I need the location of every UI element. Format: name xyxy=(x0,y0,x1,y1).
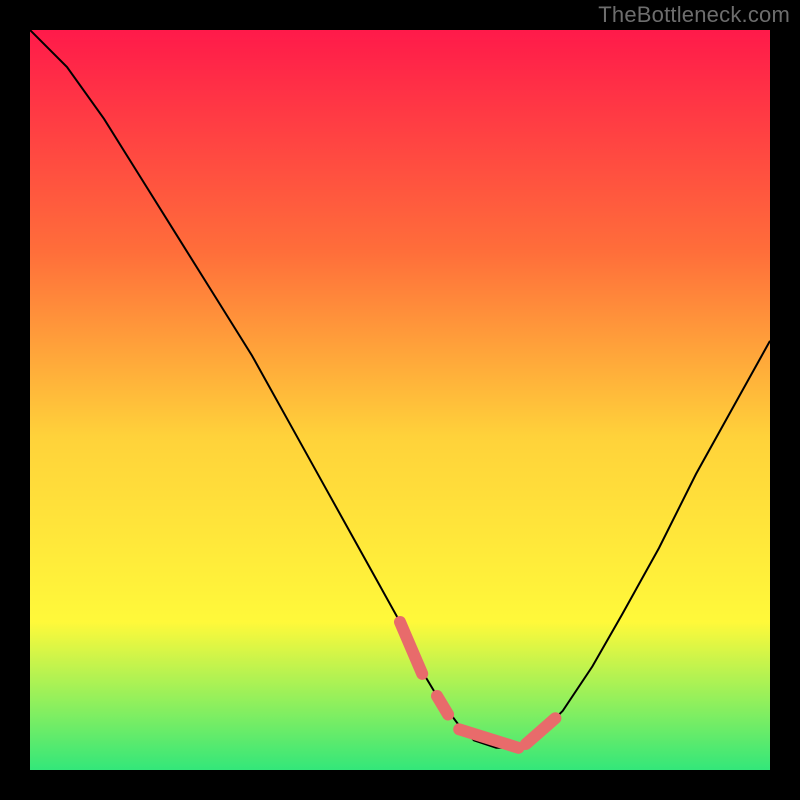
gradient-background xyxy=(30,30,770,770)
chart-svg xyxy=(30,30,770,770)
chart-frame: TheBottleneck.com xyxy=(0,0,800,800)
chart-plot-area xyxy=(30,30,770,770)
watermark-text: TheBottleneck.com xyxy=(598,2,790,28)
